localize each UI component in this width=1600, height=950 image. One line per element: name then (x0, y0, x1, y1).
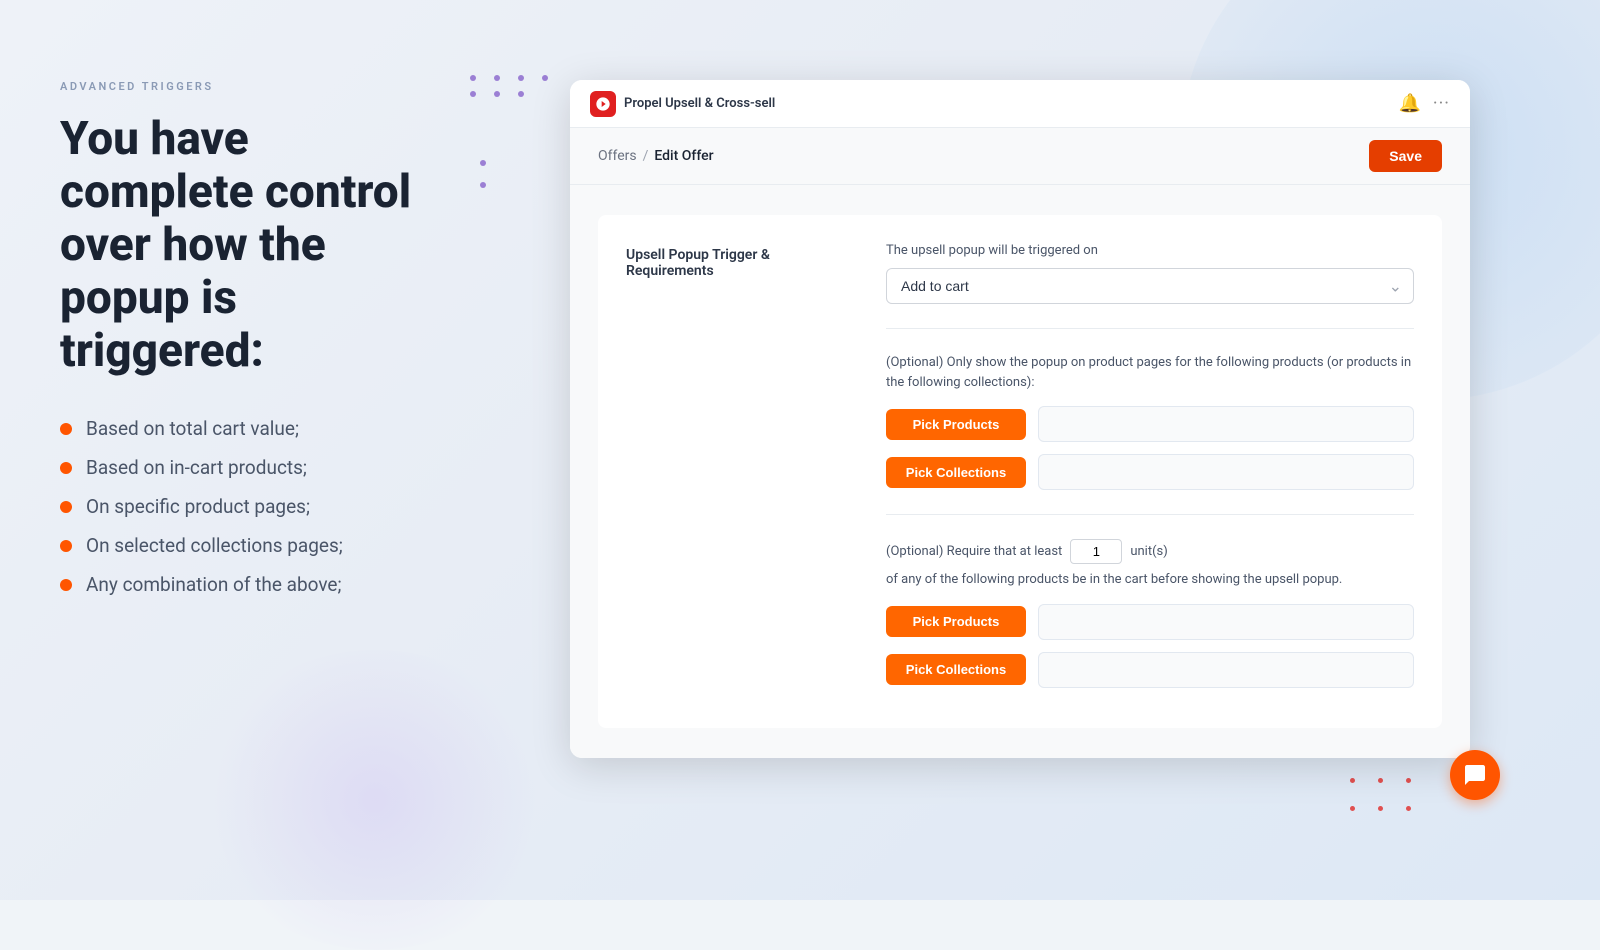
trigger-select-wrapper: Add to cart Page load Exit intent ⌄ (886, 268, 1414, 304)
breadcrumb-current: Edit Offer (654, 148, 713, 164)
app-topbar: Propel Upsell & Cross-sell 🔔 ··· (570, 80, 1470, 128)
breadcrumb-bar: Offers / Edit Offer Save (570, 128, 1470, 185)
breadcrumb-link[interactable]: Offers (598, 148, 637, 164)
list-item: Based on total cart value; (60, 417, 420, 440)
optional-desc-1: (Optional) Only show the popup on produc… (886, 353, 1414, 392)
breadcrumb-separator: / (643, 148, 649, 164)
bullet-dot (60, 579, 72, 591)
pick-collections-button-2[interactable]: Pick Collections (886, 654, 1026, 685)
section-layout: Upsell Popup Trigger & Requirements The … (626, 243, 1414, 700)
trigger-description: The upsell popup will be triggered on (886, 243, 1414, 258)
bullet-text: On specific product pages; (86, 495, 310, 518)
chat-bubble[interactable] (1450, 750, 1500, 800)
app-window: Propel Upsell & Cross-sell 🔔 ··· Offers … (570, 80, 1470, 758)
list-item: On selected collections pages; (60, 534, 420, 557)
app-main: Upsell Popup Trigger & Requirements The … (570, 185, 1470, 758)
trigger-select[interactable]: Add to cart Page load Exit intent (886, 268, 1414, 304)
bullet-dot (60, 423, 72, 435)
section-card: Upsell Popup Trigger & Requirements The … (598, 215, 1442, 728)
bullet-text: Based on total cart value; (86, 417, 299, 440)
chat-icon (1463, 763, 1487, 787)
app-logo-icon (590, 91, 616, 117)
require-suffix: of any of the following products be in t… (886, 570, 1414, 590)
list-item: On specific product pages; (60, 495, 420, 518)
bullet-dot (60, 540, 72, 552)
pick-collections-input-2[interactable] (1038, 652, 1414, 688)
pick-products-row-1: Pick Products (886, 406, 1414, 442)
save-button[interactable]: Save (1369, 140, 1442, 172)
app-topbar-actions: 🔔 ··· (1398, 93, 1450, 114)
app-logo-area: Propel Upsell & Cross-sell (590, 91, 775, 117)
pick-products-button-1[interactable]: Pick Products (886, 409, 1026, 440)
left-panel: ADVANCED TRIGGERS You have complete cont… (0, 0, 480, 900)
list-item: Based on in-cart products; (60, 456, 420, 479)
pick-products-input-1[interactable] (1038, 406, 1414, 442)
right-panel: Propel Upsell & Cross-sell 🔔 ··· Offers … (480, 0, 1600, 900)
pick-collections-row-2: Pick Collections (886, 652, 1414, 688)
bullet-dot (60, 501, 72, 513)
headline: You have complete control over how the p… (60, 113, 420, 377)
logo-svg (595, 96, 611, 112)
pick-products-row-2: Pick Products (886, 604, 1414, 640)
section-content: The upsell popup will be triggered on Ad… (886, 243, 1414, 700)
pick-products-input-2[interactable] (1038, 604, 1414, 640)
bullet-text: On selected collections pages; (86, 534, 343, 557)
bullet-text: Any combination of the above; (86, 573, 342, 596)
breadcrumb: Offers / Edit Offer (598, 148, 714, 164)
require-row: (Optional) Require that at least unit(s) (886, 539, 1414, 564)
bullet-list: Based on total cart value; Based on in-c… (60, 417, 420, 596)
pick-collections-row-1: Pick Collections (886, 454, 1414, 490)
bullet-dot (60, 462, 72, 474)
divider-2 (886, 514, 1414, 515)
bullet-text: Based on in-cart products; (86, 456, 307, 479)
pick-products-button-2[interactable]: Pick Products (886, 606, 1026, 637)
units-input[interactable] (1070, 539, 1122, 564)
units-label: unit(s) (1130, 544, 1167, 559)
require-prefix: (Optional) Require that at least (886, 544, 1062, 559)
section-label: Upsell Popup Trigger & Requirements (626, 243, 846, 700)
bell-icon[interactable]: 🔔 (1398, 93, 1420, 114)
pick-collections-button-1[interactable]: Pick Collections (886, 457, 1026, 488)
app-logo-name: Propel Upsell & Cross-sell (624, 96, 775, 111)
more-options-icon[interactable]: ··· (1433, 93, 1450, 114)
divider-1 (886, 328, 1414, 329)
pick-collections-input-1[interactable] (1038, 454, 1414, 490)
category-label: ADVANCED TRIGGERS (60, 80, 420, 93)
list-item: Any combination of the above; (60, 573, 420, 596)
